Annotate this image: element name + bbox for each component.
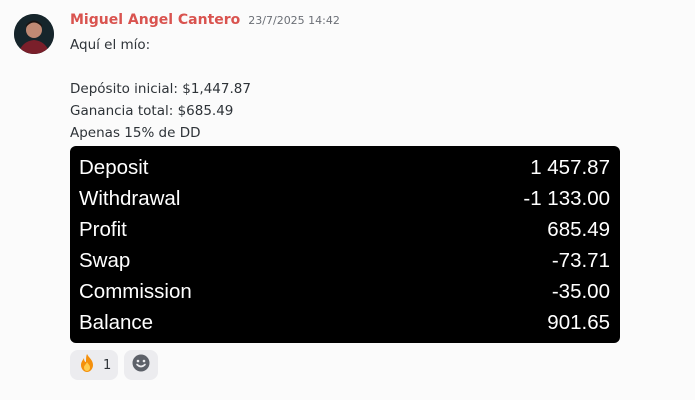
author-name[interactable]: Miguel Angel Cantero <box>70 12 240 28</box>
row-label: Swap <box>79 248 131 272</box>
message-line: Aquí el mío: <box>70 37 151 53</box>
avatar-image <box>14 14 54 54</box>
message-timestamp[interactable]: 23/7/2025 14:42 <box>248 14 340 27</box>
image-attachment[interactable]: Deposit 1 457.87 Withdrawal -1 133.00 Pr… <box>70 146 620 343</box>
message-header: Miguel Angel Cantero 23/7/2025 14:42 <box>70 12 670 34</box>
row-value: 901.65 <box>547 310 610 334</box>
row-label: Balance <box>79 310 154 334</box>
message-line: Apenas 15% de DD <box>70 125 201 141</box>
summary-row-swap: Swap -73.71 <box>79 245 610 276</box>
message-line: Depósito inicial: $1,447.87 <box>70 81 251 97</box>
chat-message: Miguel Angel Cantero 23/7/2025 14:42 Aqu… <box>0 0 695 400</box>
row-value: -73.71 <box>551 248 610 272</box>
message-content: Miguel Angel Cantero 23/7/2025 14:42 Aqu… <box>70 12 670 380</box>
row-label: Profit <box>79 217 127 241</box>
row-label: Deposit <box>79 155 149 179</box>
row-value: 685.49 <box>547 217 610 241</box>
user-avatar[interactable] <box>14 14 54 54</box>
summary-row-deposit: Deposit 1 457.87 <box>79 152 610 183</box>
row-label: Commission <box>79 279 192 303</box>
message-line-blank <box>70 56 670 78</box>
reaction-count: 1 <box>103 357 112 373</box>
row-value: 1 457.87 <box>530 155 610 179</box>
summary-row-withdrawal: Withdrawal -1 133.00 <box>79 183 610 214</box>
fire-icon <box>77 353 97 377</box>
summary-row-balance: Balance 901.65 <box>79 307 610 338</box>
smiley-face-icon <box>131 353 151 377</box>
summary-row-commission: Commission -35.00 <box>79 276 610 307</box>
row-label: Withdrawal <box>79 186 181 210</box>
message-line: Ganancia total: $685.49 <box>70 103 234 119</box>
reactions-bar: 1 <box>70 350 670 380</box>
reaction-fire[interactable]: 1 <box>70 350 119 380</box>
add-reaction-button[interactable] <box>124 350 159 380</box>
row-value: -35.00 <box>551 279 610 303</box>
row-value: -1 133.00 <box>523 186 610 210</box>
summary-row-profit: Profit 685.49 <box>79 214 610 245</box>
